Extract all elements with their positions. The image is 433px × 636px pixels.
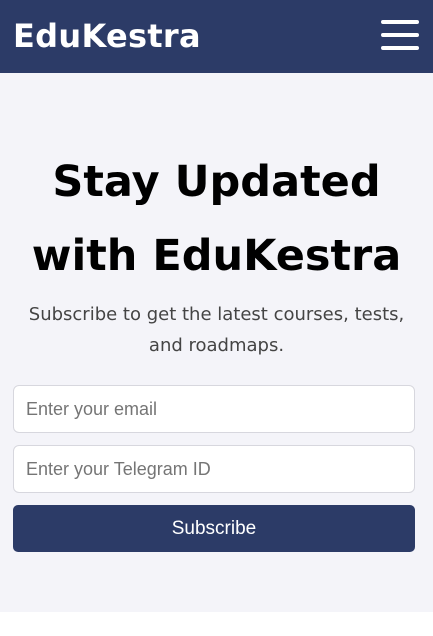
subscribe-button[interactable]: Subscribe [13,505,415,552]
email-input[interactable] [13,385,415,433]
heading-line-1: Stay Updated [52,157,381,207]
heading-line-2: with EduKestra [31,231,402,281]
menu-bar-bottom [381,45,419,50]
telegram-id-input[interactable] [13,445,415,493]
navbar: EduKestra [0,0,433,73]
hamburger-menu-icon[interactable] [381,19,419,50]
subscribe-subtitle: Subscribe to get the latest courses, tes… [28,304,405,356]
menu-bar-middle [381,32,419,37]
menu-bar-top [381,19,419,24]
subscribe-heading: Stay Updated with EduKestra [0,145,433,293]
brand-logo[interactable]: EduKestra [13,17,201,55]
subscribe-section: Stay Updated with EduKestra Subscribe to… [0,73,433,612]
